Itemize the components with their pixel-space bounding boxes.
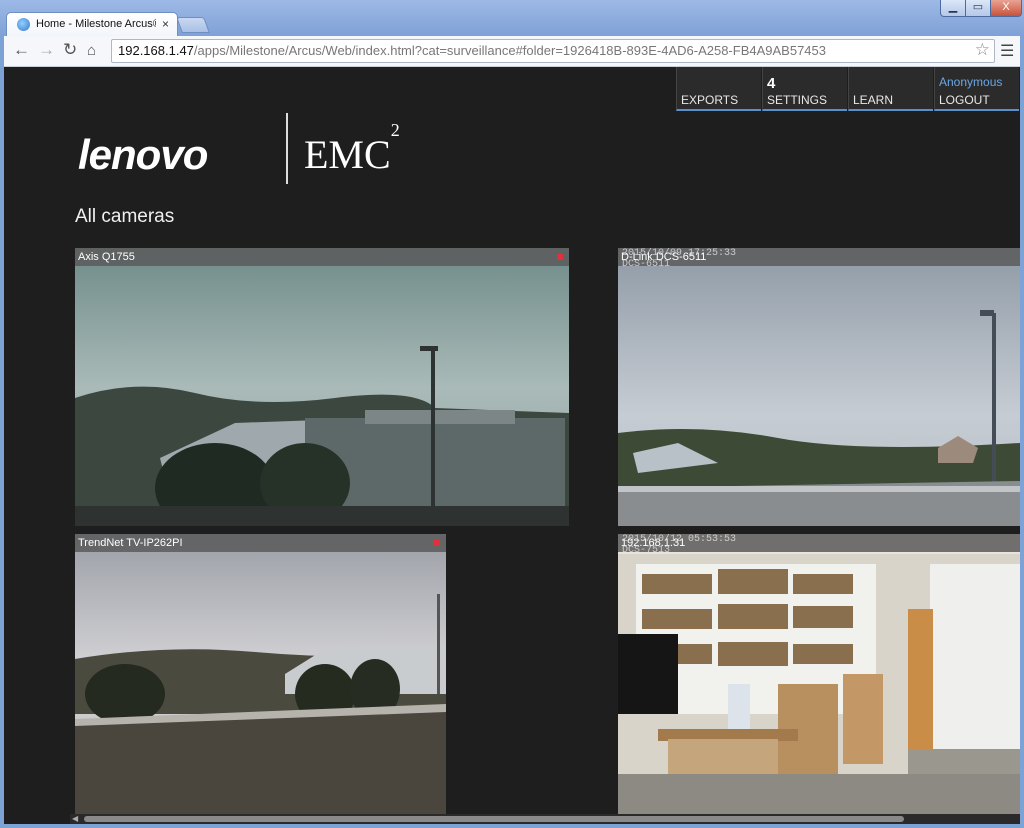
camera-name: TrendNet TV-IP262PI (78, 537, 183, 549)
camera-timestamp-overlay: 2015/10/12 05:53:53 DCS-7513 (622, 534, 737, 556)
home-icon[interactable]: ⌂ (87, 42, 96, 59)
arcus-page: EXPORTS 4 SETTINGS LEARN Anonymous LOGOU… (4, 67, 1020, 824)
camera-feed-image (75, 534, 446, 814)
scrollbar-thumb[interactable] (84, 816, 904, 822)
user-name[interactable]: Anonymous (939, 75, 1002, 89)
nav-settings[interactable]: 4 SETTINGS (762, 67, 847, 111)
close-window-button[interactable]: X (990, 0, 1022, 17)
scroll-left-icon[interactable]: ◀ (72, 814, 78, 823)
back-arrow-icon[interactable]: ← (13, 40, 30, 60)
camera-header: TrendNet TV-IP262PI (75, 534, 446, 552)
camera-tile[interactable]: 192.168.1.31 2015/10/12 05:53:53 DCS-751… (618, 534, 1020, 814)
horizontal-scrollbar[interactable]: ◀ (70, 814, 1020, 824)
camera-feed-image (618, 534, 1020, 814)
nav-learn-label: LEARN (853, 93, 894, 107)
emc-logo-text: EMC (304, 132, 391, 177)
camera-feed-image (618, 248, 1020, 526)
nav-exports-label: EXPORTS (681, 93, 739, 107)
lenovo-logo: lenovo (78, 131, 208, 178)
maximize-button[interactable]: ▭ (965, 0, 991, 17)
address-bar[interactable]: 192.168.1.47/apps/Milestone/Arcus/Web/in… (111, 39, 995, 63)
forward-arrow-icon[interactable]: → (38, 40, 55, 60)
logo-divider (286, 113, 288, 184)
minimize-button[interactable]: ▁ (940, 0, 966, 17)
settings-count-badge: 4 (767, 75, 776, 92)
url-path: /apps/Milestone/Arcus/Web/index.html?cat… (193, 43, 826, 58)
recording-indicator (557, 254, 563, 260)
window-titlebar: Home - Milestone Arcus® × ▁ ▭ X (0, 0, 1024, 37)
camera-tile[interactable]: D-Link DCS-6511 2015/10/09 17:25:33 DCS-… (618, 248, 1020, 526)
new-tab-button[interactable] (176, 17, 210, 33)
tab-close-icon[interactable]: × (162, 17, 169, 31)
camera-tile[interactable]: TrendNet TV-IP262PI (75, 534, 446, 814)
top-navigation: EXPORTS 4 SETTINGS LEARN Anonymous LOGOU… (676, 67, 1020, 111)
emc-logo-sup: 2 (390, 119, 400, 140)
url-host: 192.168.1.47 (118, 43, 194, 58)
browser-toolbar: ← → ↻ ⌂ 192.168.1.47/apps/Milestone/Arcu… (4, 36, 1020, 67)
camera-header: Axis Q1755 (75, 248, 569, 266)
tab-title: Home - Milestone Arcus® (36, 18, 156, 30)
hamburger-menu-icon[interactable]: ☰ (1000, 41, 1014, 61)
camera-name: Axis Q1755 (78, 251, 135, 263)
nav-user[interactable]: Anonymous LOGOUT (934, 67, 1019, 111)
nav-learn[interactable]: LEARN (848, 67, 933, 111)
browser-tab[interactable]: Home - Milestone Arcus® × (6, 12, 178, 37)
globe-favicon-icon (17, 18, 30, 31)
recording-indicator (434, 540, 440, 546)
page-title: All cameras (75, 206, 175, 227)
star-icon[interactable]: ☆ (975, 40, 990, 60)
reload-icon[interactable]: ↻ (63, 40, 77, 60)
camera-feed-image (75, 248, 569, 526)
nav-settings-label: SETTINGS (767, 93, 828, 107)
nav-exports[interactable]: EXPORTS (676, 67, 761, 111)
logout-link[interactable]: LOGOUT (939, 93, 990, 107)
camera-tile[interactable]: Axis Q1755 (75, 248, 569, 526)
url-text: 192.168.1.47/apps/Milestone/Arcus/Web/in… (118, 43, 826, 58)
camera-timestamp-overlay: 2015/10/09 17:25:33 DCS-6511 (622, 248, 737, 270)
emc-logo: EMC2 (304, 120, 400, 178)
